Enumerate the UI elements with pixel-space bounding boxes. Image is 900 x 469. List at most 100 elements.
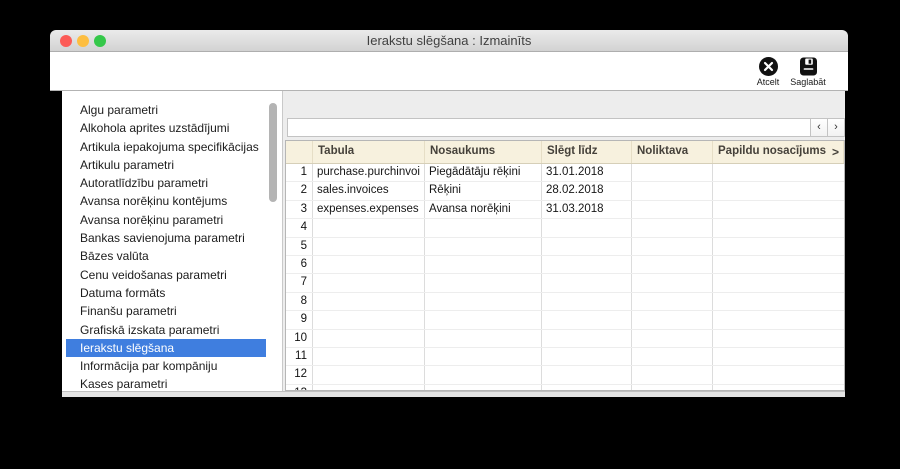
scroll-columns-left-button[interactable]: ‹ [811, 118, 828, 137]
sidebar-item[interactable]: Ierakstu slēgšana [66, 338, 266, 358]
table-cell[interactable] [425, 292, 542, 311]
table-cell[interactable] [632, 366, 713, 384]
row-number-cell[interactable]: 8 [286, 292, 313, 311]
table-cell[interactable] [632, 329, 713, 347]
table-cell[interactable]: sales.invoices [313, 182, 425, 200]
table-cell[interactable] [713, 219, 844, 236]
row-number-cell[interactable]: 12 [286, 366, 313, 384]
sidebar-item[interactable]: Artikulu parametri [66, 156, 266, 174]
table-cell[interactable] [313, 311, 425, 329]
table-cell[interactable] [713, 238, 844, 255]
table-cell[interactable] [542, 329, 632, 347]
sidebar-item[interactable]: Finanšu parametri [66, 302, 266, 320]
table-cell[interactable] [313, 292, 425, 311]
table-cell[interactable] [425, 347, 542, 366]
sidebar-item[interactable]: Artikula iepakojuma specifikācijas [66, 138, 266, 156]
sidebar-item[interactable]: Bāzes valūta [66, 247, 266, 265]
table-cell[interactable] [425, 329, 542, 347]
table-cell[interactable] [632, 200, 713, 219]
table-cell[interactable] [713, 330, 844, 347]
sidebar-item[interactable]: Autoratlīdzību parametri [66, 174, 266, 192]
table-cell[interactable] [632, 255, 713, 274]
table-cell[interactable] [542, 311, 632, 329]
table-cell[interactable] [542, 292, 632, 311]
table-cell[interactable] [632, 164, 713, 182]
sidebar-scrollbar-thumb[interactable] [269, 103, 277, 202]
table-cell[interactable] [542, 219, 632, 237]
table-cell[interactable]: 31.01.2018 [542, 164, 632, 182]
sidebar-item[interactable]: Avansa norēķinu kontējums [66, 192, 266, 210]
table-cell[interactable] [542, 255, 632, 274]
table-cell[interactable] [632, 347, 713, 366]
table-cell[interactable] [313, 347, 425, 366]
sidebar-item[interactable]: Algu parametri [66, 101, 266, 119]
row-number-cell[interactable]: 9 [286, 311, 313, 329]
table-cell[interactable] [425, 311, 542, 329]
table-row: 9 [286, 311, 844, 330]
filter-input[interactable] [287, 118, 811, 137]
table-cell[interactable] [542, 274, 632, 292]
table-cell[interactable] [713, 164, 844, 181]
row-number-cell[interactable]: 2 [286, 182, 313, 200]
table-cell[interactable] [713, 182, 844, 199]
row-number-cell[interactable]: 5 [286, 237, 313, 255]
table-cell[interactable] [632, 219, 713, 237]
table-cell[interactable] [425, 219, 542, 237]
sidebar-item[interactable]: Avansa norēķinu parametri [66, 211, 266, 229]
table-cell[interactable] [713, 293, 844, 310]
sidebar-item[interactable]: Grafiskā izskata parametri [66, 321, 266, 339]
table-cell[interactable] [713, 201, 844, 218]
table-cell[interactable] [713, 274, 844, 291]
table-cell[interactable] [313, 219, 425, 237]
row-number-cell[interactable]: 11 [286, 347, 313, 366]
sidebar-item[interactable]: Cenu veidošanas parametri [66, 266, 266, 284]
close-window-button[interactable] [60, 35, 72, 47]
table-cell[interactable] [542, 237, 632, 255]
titlebar[interactable]: Ierakstu slēgšana : Izmainīts [50, 30, 848, 52]
table-cell[interactable] [632, 237, 713, 255]
scroll-columns-right-button[interactable]: › [828, 118, 845, 137]
table-cell[interactable]: Avansa norēķini [425, 200, 542, 219]
table-cell[interactable] [632, 274, 713, 292]
minimize-window-button[interactable] [77, 35, 89, 47]
sidebar-item[interactable]: Datuma formāts [66, 284, 266, 302]
table-cell[interactable] [632, 292, 713, 311]
more-columns-indicator[interactable]: > [832, 141, 839, 163]
table-cell[interactable] [425, 274, 542, 292]
settings-sidebar: Algu parametri Alkohola aprites uzstādīju… [62, 91, 282, 391]
save-button[interactable]: Saglabāt [784, 57, 832, 87]
sidebar-item[interactable]: Alkohola aprites uzstādījumi [66, 119, 266, 137]
sidebar-item[interactable]: Kases parametri [66, 375, 266, 391]
table-cell[interactable]: purchase.purchinvoi [313, 164, 425, 182]
table-cell[interactable] [632, 311, 713, 329]
table-cell[interactable] [313, 237, 425, 255]
row-number-cell[interactable]: 10 [286, 329, 313, 347]
zoom-window-button[interactable] [94, 35, 106, 47]
table-cell[interactable]: 28.02.2018 [542, 182, 632, 200]
table-cell[interactable] [632, 182, 713, 200]
table-cell[interactable] [542, 347, 632, 366]
table-cell[interactable] [313, 274, 425, 292]
table-cell[interactable] [313, 366, 425, 384]
table-cell[interactable] [425, 255, 542, 274]
sidebar-item[interactable]: Informācija par kompāniju [66, 357, 266, 375]
row-number-cell[interactable]: 7 [286, 274, 313, 292]
row-number-cell[interactable]: 6 [286, 255, 313, 274]
table-cell[interactable] [425, 237, 542, 255]
table-cell[interactable]: Rēķini [425, 182, 542, 200]
table-cell[interactable]: expenses.expenses [313, 200, 425, 219]
table-cell[interactable] [713, 256, 844, 273]
row-number-cell[interactable]: 3 [286, 200, 313, 219]
table-cell[interactable] [425, 366, 542, 384]
table-cell[interactable] [313, 329, 425, 347]
sidebar-item[interactable]: Bankas savienojuma parametri [66, 229, 266, 247]
row-number-cell[interactable]: 1 [286, 164, 313, 182]
table-cell[interactable] [713, 366, 844, 383]
table-cell[interactable] [542, 366, 632, 384]
table-cell[interactable] [713, 311, 844, 328]
table-cell[interactable]: 31.03.2018 [542, 200, 632, 219]
table-cell[interactable]: Piegādātāju rēķini [425, 164, 542, 182]
row-number-cell[interactable]: 4 [286, 219, 313, 237]
table-cell[interactable] [313, 255, 425, 274]
table-cell[interactable] [713, 348, 844, 365]
